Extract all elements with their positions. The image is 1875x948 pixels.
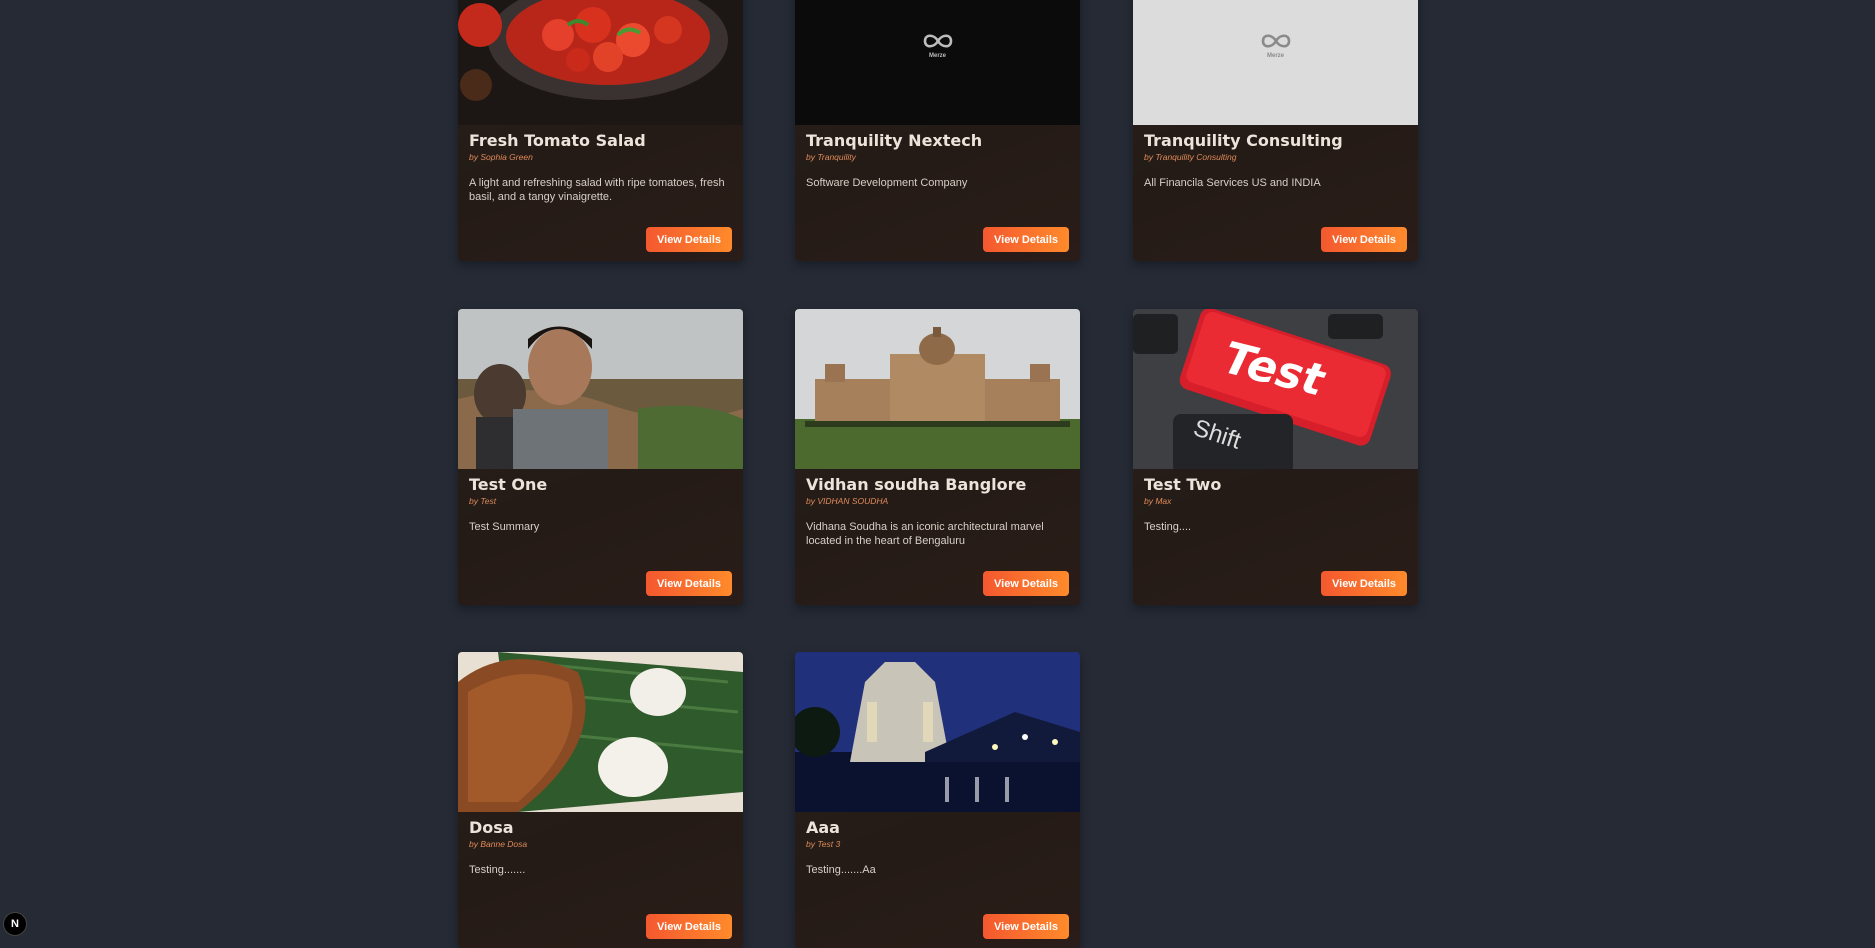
view-details-button[interactable]: View Details	[646, 914, 732, 939]
card-title: Tranquility Consulting	[1144, 131, 1343, 150]
view-details-button[interactable]: View Details	[983, 227, 1069, 252]
logo-text: Merze	[928, 53, 946, 59]
card-author: by Test	[469, 496, 497, 506]
card-summary: A light and refreshing salad with ripe t…	[469, 177, 725, 203]
card-author: by Sophia Green	[469, 152, 533, 162]
view-details-button[interactable]: View Details	[646, 227, 732, 252]
card-title: Test Two	[1144, 475, 1222, 494]
card-summary: All Financila Services US and INDIA	[1144, 177, 1321, 189]
card-title: Tranquility Nextech	[806, 131, 983, 150]
tomato-salad-image	[458, 0, 743, 125]
view-details-button[interactable]: View Details	[983, 914, 1069, 939]
card: Merze Tranquility Consulting by Tranquil…	[1133, 0, 1418, 261]
selfie-image	[458, 309, 743, 469]
card: Merze Tranquility Nextech by Tranquility…	[795, 0, 1080, 261]
card: Test One by Test Test Summary View Detai…	[458, 309, 743, 605]
merze-logo-image: Merze	[1133, 0, 1418, 125]
card-summary: Testing....	[1144, 521, 1192, 533]
merze-logo-image: Merze	[795, 0, 1080, 125]
card-summary: Test Summary	[469, 521, 540, 533]
card-title: Test One	[469, 475, 548, 494]
card: Vidhan soudha Banglore by VIDHAN SOUDHA …	[795, 309, 1080, 605]
card-author: by VIDHAN SOUDHA	[806, 496, 889, 506]
logo-text: Merze	[1266, 53, 1284, 59]
card-title: Fresh Tomato Salad	[469, 131, 646, 150]
card-author: by Test 3	[806, 839, 841, 849]
card-summary: Testing.......Aa	[806, 864, 876, 876]
vidhana-soudha-image	[795, 309, 1080, 469]
test-key-image: Test Shift	[1133, 309, 1418, 469]
view-details-button[interactable]: View Details	[1321, 227, 1407, 252]
card-author: by Banne Dosa	[469, 839, 528, 849]
card-title: Dosa	[469, 818, 514, 837]
card-author: by Max	[1144, 496, 1172, 506]
card: Dosa by Banne Dosa Testing....... View D…	[458, 652, 743, 948]
card: Test Shift Test Two by Max Testing.... V…	[1133, 309, 1418, 605]
card: Fresh Tomato Salad by Sophia Green A lig…	[458, 0, 743, 261]
card-summary: Vidhana Soudha is an iconic architectura…	[806, 521, 1044, 547]
view-details-button[interactable]: View Details	[1321, 571, 1407, 596]
view-details-button[interactable]: View Details	[983, 571, 1069, 596]
infinity-icon	[1261, 34, 1290, 48]
card: Aaa by Test 3 Testing.......Aa View Deta…	[795, 652, 1080, 948]
dosa-image	[458, 652, 743, 812]
card-summary: Testing.......	[469, 864, 526, 876]
view-details-button[interactable]: View Details	[646, 571, 732, 596]
card-author: by Tranquility	[806, 152, 856, 162]
card-summary: Software Development Company	[806, 177, 968, 189]
card-title: Aaa	[806, 818, 840, 837]
nextjs-icon[interactable]: N	[3, 912, 27, 936]
temple-night-image	[795, 652, 1080, 812]
card-author: by Tranquility Consulting	[1144, 152, 1237, 162]
infinity-icon	[923, 34, 952, 48]
card-title: Vidhan soudha Banglore	[806, 475, 1027, 494]
